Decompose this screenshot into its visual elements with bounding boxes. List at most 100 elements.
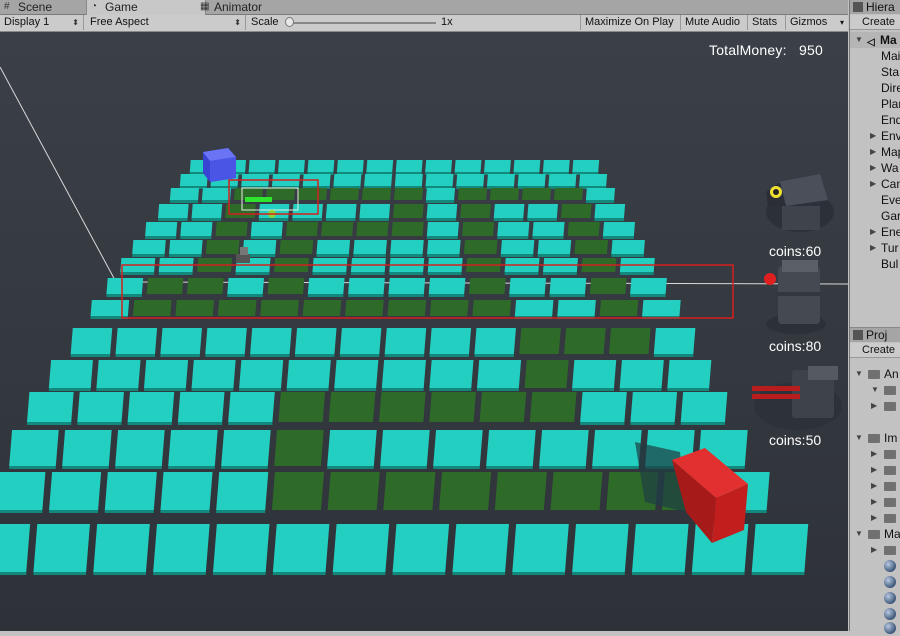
build-tile[interactable]	[537, 240, 572, 254]
hierarchy-item[interactable]: ▶ Wa	[850, 160, 900, 176]
material-asset[interactable]	[850, 620, 900, 636]
maximize-on-play-toggle[interactable]: Maximize On Play	[580, 15, 678, 30]
hierarchy-item[interactable]: ▶ Env	[850, 128, 900, 144]
build-tile[interactable]	[474, 328, 516, 354]
expand-arrow-icon[interactable]: ▶	[870, 128, 876, 144]
hierarchy-item[interactable]: Gar	[850, 208, 900, 224]
build-tile[interactable]	[388, 278, 426, 294]
turret-cost-laser[interactable]: coins:50	[769, 432, 821, 448]
build-tile[interactable]	[106, 278, 144, 294]
expand-arrow-icon[interactable]: ▶	[871, 542, 877, 558]
build-tile[interactable]	[580, 392, 627, 422]
tab-scene[interactable]: # Scene	[0, 0, 97, 14]
project-subfolder[interactable]: ▶	[850, 494, 900, 510]
build-tile[interactable]	[115, 430, 165, 466]
hierarchy-scene-row[interactable]: ▼ ◁ Ma	[850, 32, 900, 48]
build-tile[interactable]	[191, 360, 236, 388]
build-tile[interactable]	[592, 430, 642, 466]
build-tile[interactable]	[630, 278, 667, 294]
build-tile[interactable]	[250, 222, 283, 236]
build-tile[interactable]	[429, 360, 474, 388]
build-tile[interactable]	[642, 300, 681, 316]
build-tile[interactable]	[336, 160, 364, 172]
hierarchy-item[interactable]: Eve	[850, 192, 900, 208]
build-tile[interactable]	[169, 188, 200, 200]
build-tile[interactable]	[325, 204, 357, 218]
build-tile[interactable]	[579, 174, 608, 186]
build-tile[interactable]	[205, 328, 247, 354]
build-tile[interactable]	[427, 240, 461, 254]
display-dropdown[interactable]: Display 1 ⬍	[0, 15, 84, 30]
build-tile[interactable]	[390, 240, 424, 254]
build-tile[interactable]	[307, 160, 335, 172]
build-tile[interactable]	[359, 204, 391, 218]
build-tile[interactable]	[179, 174, 208, 186]
project-subfolder[interactable]: ▶	[850, 542, 900, 558]
build-tile[interactable]	[48, 360, 93, 388]
hierarchy-item[interactable]: ▶ Ene	[850, 224, 900, 240]
build-tile[interactable]	[228, 392, 275, 422]
build-tile[interactable]	[227, 278, 265, 294]
build-tile[interactable]	[539, 430, 589, 466]
build-tile[interactable]	[632, 524, 689, 572]
expand-arrow-icon[interactable]: ▶	[870, 224, 876, 240]
build-tile[interactable]	[177, 392, 225, 422]
expand-arrow-icon[interactable]: ▼	[855, 366, 863, 382]
build-tile[interactable]	[680, 392, 728, 422]
build-tile[interactable]	[213, 524, 270, 572]
build-tile[interactable]	[532, 222, 565, 236]
build-tile[interactable]	[456, 174, 485, 186]
build-tile[interactable]	[160, 472, 213, 510]
build-tile[interactable]	[619, 360, 664, 388]
build-tile[interactable]	[153, 524, 210, 572]
build-tile[interactable]	[425, 174, 454, 186]
build-tile[interactable]	[395, 160, 423, 172]
build-tile[interactable]	[517, 174, 546, 186]
build-tile[interactable]	[380, 430, 430, 466]
build-tile[interactable]	[585, 188, 616, 200]
build-tile[interactable]	[33, 524, 90, 572]
build-tile[interactable]	[96, 360, 141, 388]
build-tile[interactable]	[221, 430, 271, 466]
build-tile[interactable]	[90, 300, 130, 316]
build-tile[interactable]	[542, 160, 570, 172]
project-subfolder[interactable]: ▶	[850, 478, 900, 494]
build-tile[interactable]	[602, 222, 636, 236]
build-tile[interactable]	[307, 278, 345, 294]
build-tile[interactable]	[169, 240, 203, 254]
expand-arrow-icon[interactable]: ▶	[870, 240, 876, 256]
build-tile[interactable]	[486, 430, 536, 466]
material-asset[interactable]	[850, 558, 900, 574]
build-tile[interactable]	[572, 524, 629, 572]
hierarchy-item[interactable]: ▶ Tur	[850, 240, 900, 256]
expand-arrow-icon[interactable]: ▶	[870, 176, 876, 192]
expand-arrow-icon[interactable]: ▶	[870, 160, 876, 176]
build-tile[interactable]	[93, 524, 150, 572]
project-folder-row[interactable]: ▼ Im	[850, 430, 900, 446]
build-tile[interactable]	[527, 204, 558, 218]
build-tile[interactable]	[0, 524, 31, 572]
tab-game[interactable]: ◔ Game	[86, 0, 206, 15]
build-tile[interactable]	[425, 160, 453, 172]
build-tile[interactable]	[348, 278, 385, 294]
build-tile[interactable]	[364, 174, 393, 186]
project-subfolder[interactable]: ▶	[850, 398, 900, 414]
expand-arrow-icon[interactable]: ▶	[871, 462, 877, 478]
build-tile[interactable]	[394, 174, 423, 186]
build-tile[interactable]	[428, 278, 466, 294]
build-tile[interactable]	[509, 278, 547, 294]
expand-arrow-icon[interactable]: ▼	[855, 32, 863, 48]
build-tile[interactable]	[160, 328, 202, 354]
build-tile[interactable]	[500, 240, 535, 254]
build-tile[interactable]	[426, 222, 459, 236]
build-tile[interactable]	[512, 524, 569, 572]
build-tile[interactable]	[513, 160, 541, 172]
project-folder-row[interactable]: ▼ An	[850, 366, 900, 382]
build-tile[interactable]	[62, 430, 112, 466]
build-tile[interactable]	[278, 160, 305, 172]
scale-slider-handle[interactable]	[285, 17, 294, 27]
build-tile[interactable]	[653, 328, 696, 354]
expand-arrow-icon[interactable]: ▶	[871, 398, 877, 414]
build-tile[interactable]	[132, 240, 166, 254]
build-tile[interactable]	[572, 160, 600, 172]
